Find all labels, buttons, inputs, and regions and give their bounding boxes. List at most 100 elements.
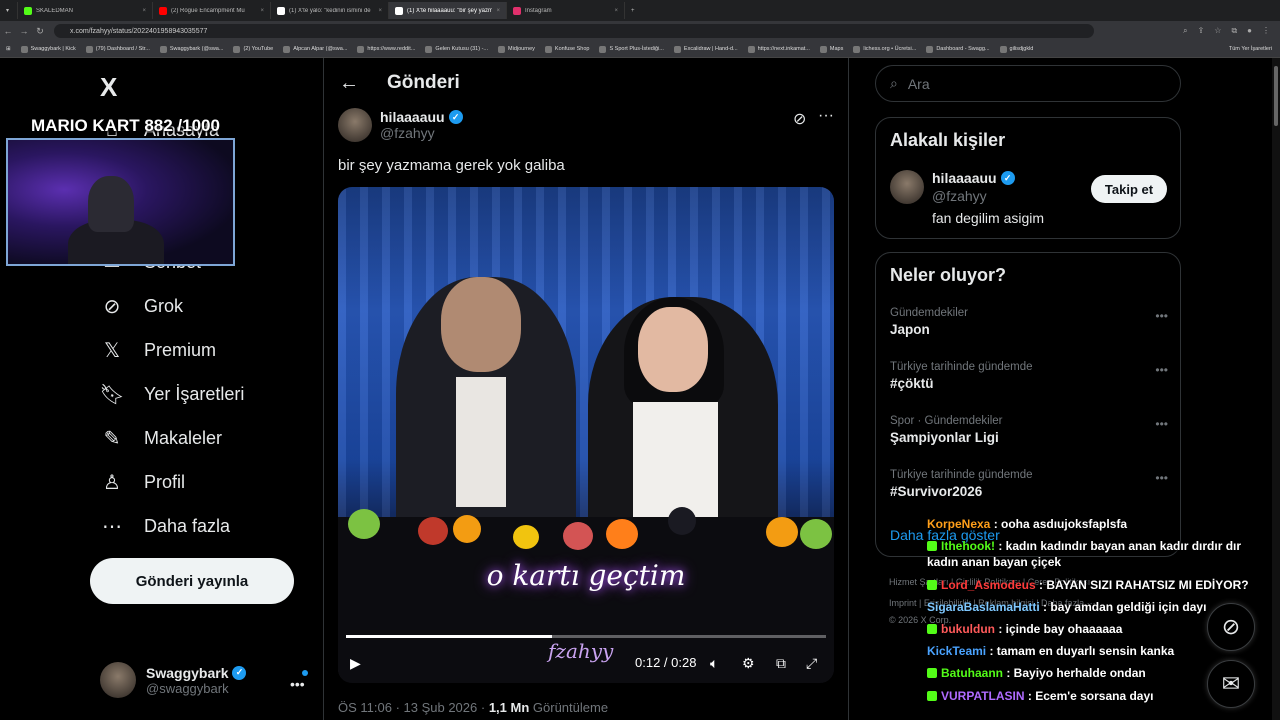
bookmark-item[interactable]: Dashboard - Swagg... [926,45,990,53]
chat-username: Lord_Asmodeus [941,577,1036,592]
bookmark-item[interactable]: Swaggybark (@swa... [159,45,223,53]
bookmark-item[interactable]: Konfuse Shop [544,45,589,53]
post-button[interactable]: Gönderi yayınla [90,558,294,604]
nav-item-premium[interactable]: 𝕏 Premium [100,338,216,362]
chat-username: Batuhaann [941,666,1004,681]
trend-more-icon[interactable]: ••• [1155,417,1168,431]
trend-item[interactable]: Gündemdekiler Japon ••• [890,307,1168,337]
messages-fab-icon[interactable]: ✉ [1207,660,1255,708]
browser-tab[interactable]: (1) X'te hilaaaauu: "bir şey yazm × [389,2,507,19]
nav-item-makaleler[interactable]: ✎ Makaleler [100,426,222,450]
bookmark-label: (79) Dashboard / Str... [95,46,150,52]
related-user-avatar[interactable] [890,170,924,204]
account-more-icon[interactable]: ••• [290,676,305,692]
trend-topic: Japon [890,322,930,337]
browser-tab[interactable]: SKALEDMAN × [18,2,153,19]
apps-icon[interactable]: ⊞ [6,46,11,52]
browser-tab-strip: ▾ SKALEDMAN × (2) Rogue Encampment Mu × (1) … [0,0,1280,21]
bookmark-label: https://www.reddit... [367,46,416,52]
tab-close-icon[interactable]: × [378,8,382,14]
tab-close-icon[interactable]: × [142,8,146,14]
follow-button[interactable]: Takip et [1091,175,1167,203]
account-switcher[interactable]: Swaggybark ✓ @swaggybark [100,662,247,698]
trend-item[interactable]: Türkiye tarihinde gündemde #çöktü ••• [890,361,1168,391]
trend-item[interactable]: Türkiye tarihinde gündemde #Survivor2026 •… [890,469,1168,499]
star-icon[interactable]: ☆ [1214,26,1221,36]
post-author[interactable]: hilaaaauu ✓ @fzahyy [338,108,463,142]
search-input[interactable]: ⌕ Ara [875,65,1181,102]
menu-icon[interactable]: ⋮ [1262,26,1270,36]
author-avatar[interactable] [338,108,372,142]
bookmark-item[interactable]: Maps [819,45,843,53]
chat-text: : içinde bay ohaaaaaa [995,621,1123,636]
browser-tab[interactable]: (2) Rogue Encampment Mu × [153,2,271,19]
author-handle[interactable]: @fzahyy [380,125,463,141]
trend-more-icon[interactable]: ••• [1155,471,1168,485]
fruit-shape [766,517,798,547]
bookmark-item[interactable]: Midjourney [498,45,535,53]
tab-close-icon[interactable]: × [614,8,618,14]
profile-icon-browser[interactable]: ● [1247,26,1252,36]
chat-badge-icon [927,579,937,590]
bookmark-icon: 🔖︎ [99,383,125,406]
related-user[interactable]: hilaaaauu ✓ @fzahyy fan degilim asigim [890,170,1044,226]
back-arrow-icon[interactable]: ← [339,72,359,95]
tab-search-button[interactable]: ▾ [0,2,18,19]
bookmark-item[interactable]: Gelen Kutusu (31) -... [425,45,488,53]
tab-close-icon[interactable]: × [496,8,500,14]
bookmark-item[interactable]: Swaggybark | Kick [20,45,76,53]
reload-icon[interactable]: ↻ [32,26,48,37]
popout-icon[interactable]: ⧉ [776,655,786,672]
back-icon[interactable]: ← [0,26,16,36]
settings-gear-icon[interactable]: ⚙ [742,655,755,672]
nav-item-grok[interactable]: ⊘ Grok [100,294,183,318]
scrollbar-thumb[interactable] [1274,66,1278,126]
browser-tab[interactable]: Instagram × [507,2,625,19]
fullscreen-icon[interactable]: ⤢ [806,655,817,672]
grok-explain-icon[interactable]: ⊘ [793,109,806,129]
video-player[interactable]: o kartı geçtim fzahyy ▶ 0:12 / 0:28 🔈︎ ⚙… [338,187,834,683]
author-name[interactable]: hilaaaauu [380,109,445,125]
all-bookmarks-link[interactable]: Tüm Yer İşaretleri [1229,46,1280,52]
trend-more-icon[interactable]: ••• [1155,309,1168,323]
trend-item[interactable]: Spor · Gündemdekiler Şampiyonlar Ligi ••• [890,415,1168,445]
zoom-icon[interactable]: ⌕ [1183,26,1187,36]
bookmark-item[interactable]: Alpcan Alpar (@swa... [283,45,347,53]
volume-icon[interactable]: 🔈︎ [710,655,718,672]
x-logo-icon[interactable]: X [100,72,117,103]
bookmark-item[interactable]: S Sport Plus-İstediği... [599,45,664,53]
share-icon[interactable]: ⇪ [1198,26,1205,36]
bookmark-item[interactable]: https://www.reddit... [357,45,416,53]
forward-icon[interactable]: → [16,26,32,36]
trend-context: Türkiye tarihinde gündemde [890,361,1033,373]
bookmark-item[interactable]: lichess.org • Ücretsi... [853,45,916,53]
new-tab-button[interactable]: + [625,2,641,19]
page-scrollbar[interactable] [1272,58,1280,720]
url-field[interactable]: x.com/fzahyy/status/2022401958943035577 [54,24,1094,38]
bookmark-favicon-icon [999,45,1007,53]
bookmark-item[interactable]: Excalidraw | Hand-d... [673,45,738,53]
chat-username: SigaraBaslamaHatti [927,599,1040,614]
trend-more-icon[interactable]: ••• [1155,363,1168,377]
post-more-icon[interactable]: ··· [818,107,834,125]
play-icon[interactable]: ▶ [350,655,361,672]
nav-item-daha-fazla[interactable]: ⋯ Daha fazla [100,514,230,538]
chat-badge-icon [927,541,937,552]
nav-item-yer-i̇şaretleri[interactable]: 🔖︎ Yer İşaretleri [99,382,244,406]
bookmark-item[interactable]: gilisdjgkld [999,45,1033,53]
bookmark-label: Dashboard - Swagg... [936,46,990,52]
fruit-shape [453,515,481,543]
related-user-handle[interactable]: @fzahyy [932,188,1044,204]
nav-item-profil[interactable]: ♙ Profil [100,470,185,494]
grok-fab-icon[interactable]: ⊘ [1207,603,1255,651]
tab-close-icon[interactable]: × [260,8,264,14]
video-progress-bar[interactable] [346,635,826,638]
more-circle-icon: ⋯ [102,515,122,538]
bookmark-item[interactable]: (79) Dashboard / Str... [85,45,150,53]
bookmark-item[interactable]: https://next.inkamat... [747,45,810,53]
bookmark-item[interactable]: (2) YouTube [233,45,273,53]
browser-tab[interactable]: (1) X'te yalo: "kedinin ismini de × [271,2,389,19]
related-user-name[interactable]: hilaaaauu [932,170,997,186]
post-timestamp[interactable]: ÖS 11:06 · 13 Şub 2026 · [338,700,489,715]
extensions-icon[interactable]: ⧉ [1231,26,1237,36]
